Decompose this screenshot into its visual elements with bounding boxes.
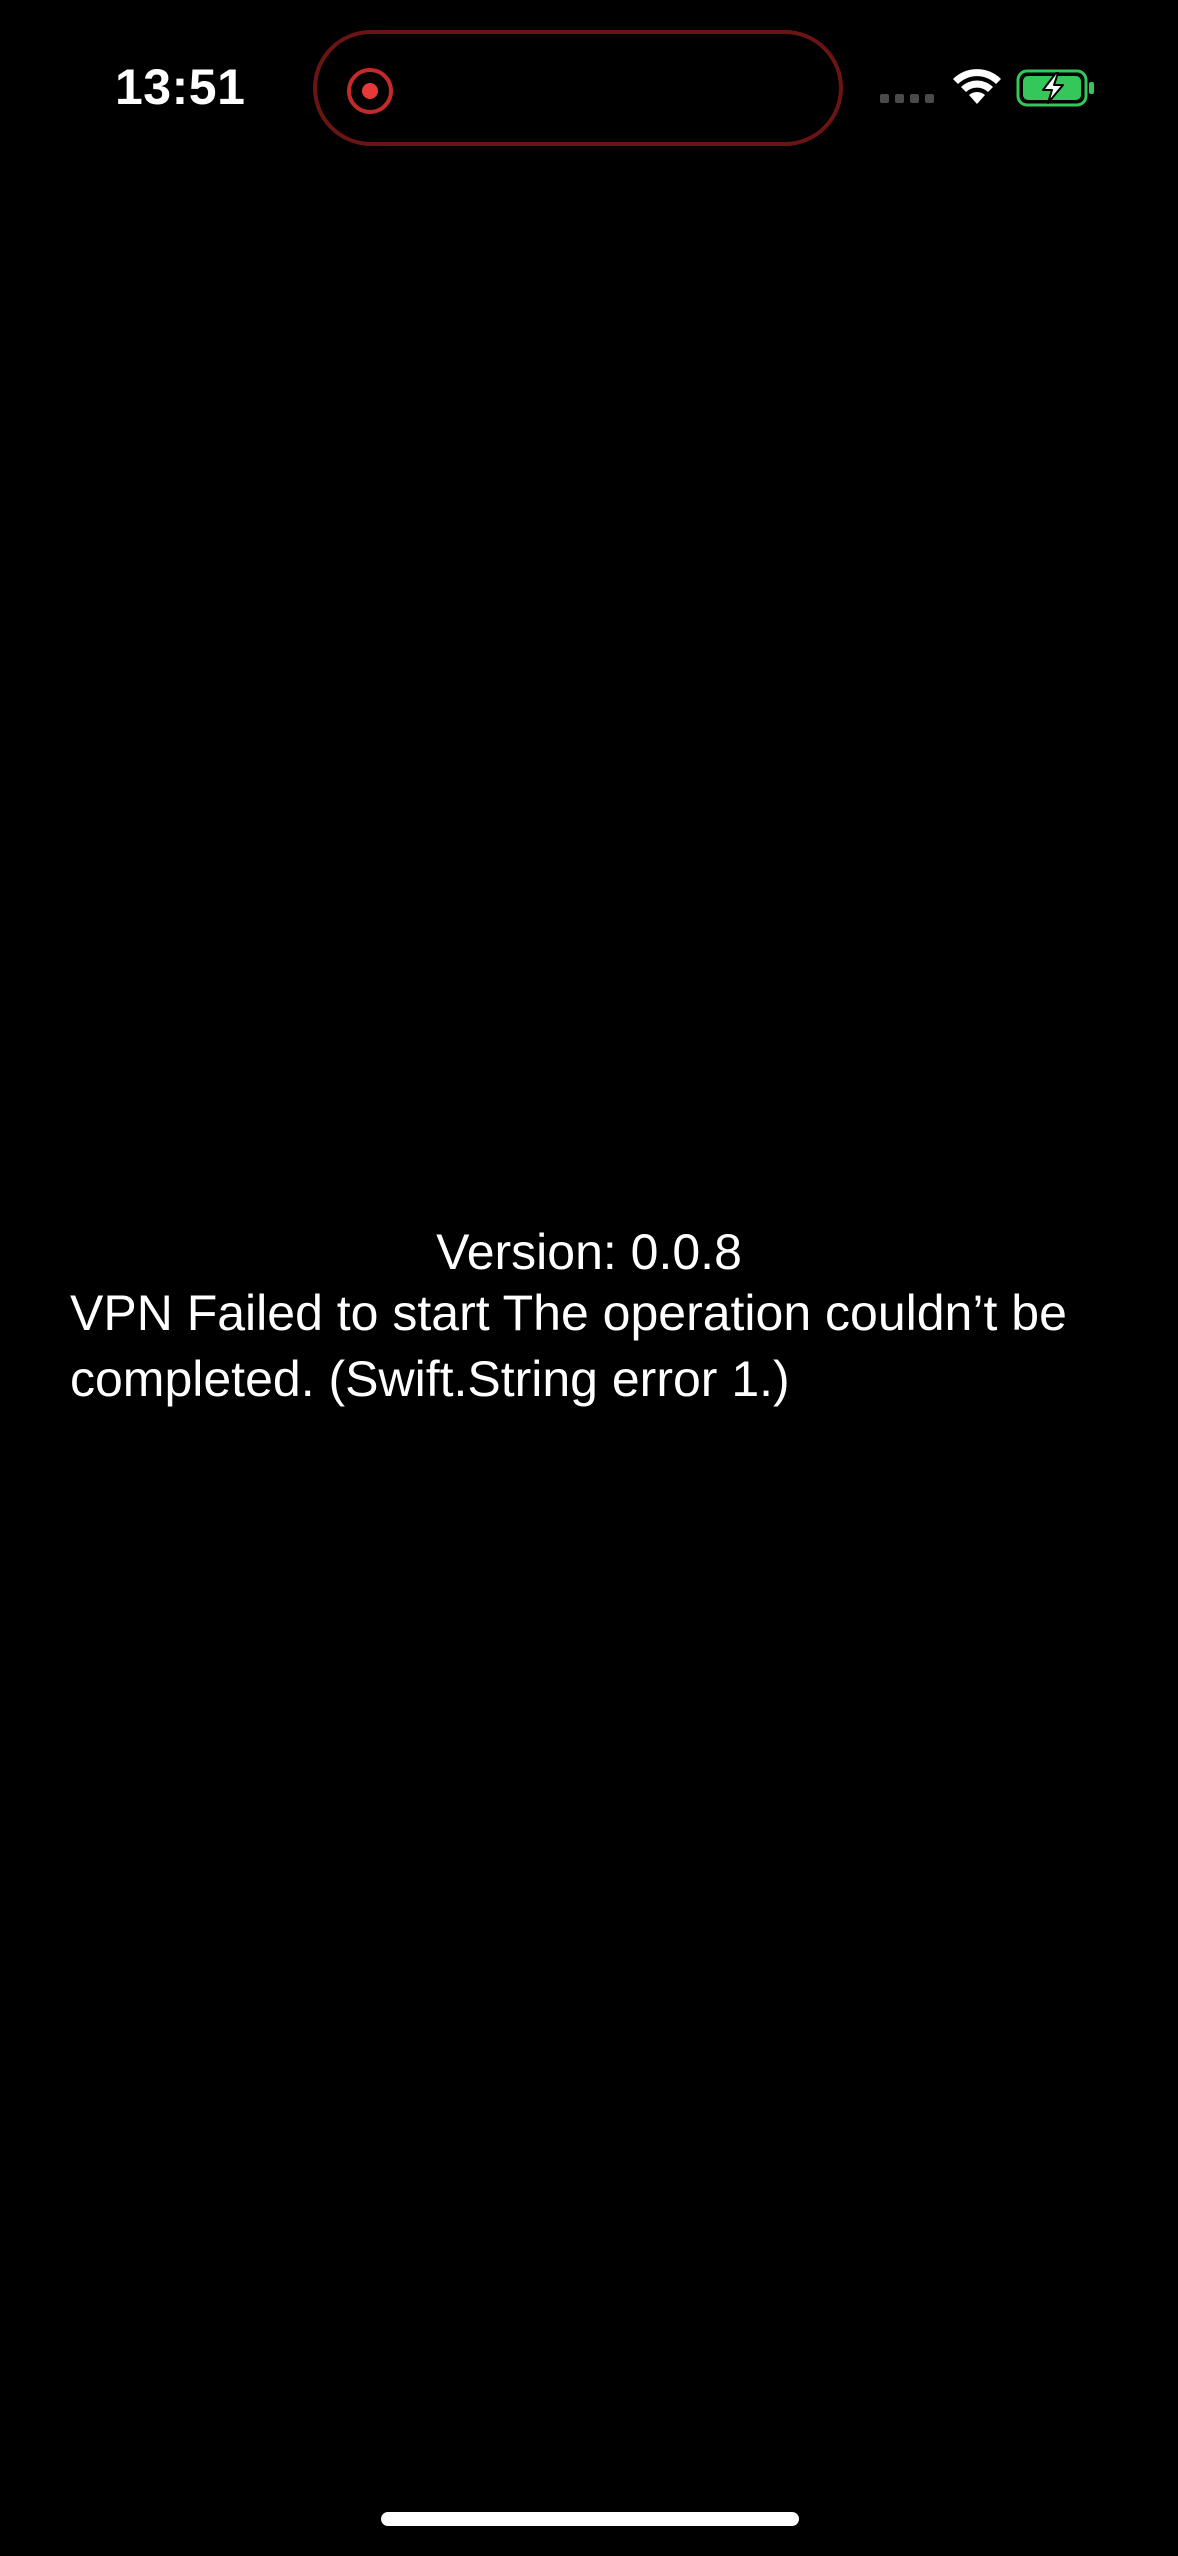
battery-charging-icon [1016,69,1094,107]
main-content: Version: 0.0.8 VPN Failed to start The o… [70,1220,1110,1412]
home-indicator[interactable] [381,2512,799,2526]
error-message: VPN Failed to start The operation couldn… [70,1285,1067,1407]
status-bar: 13:51 [0,0,1178,180]
version-label: Version: 0.0.8 [436,1224,742,1280]
record-indicator-icon [347,68,393,114]
wifi-icon [953,69,1001,104]
cellular-signal-icon [880,94,934,103]
dynamic-island[interactable] [313,30,843,146]
status-time: 13:51 [115,59,246,115]
